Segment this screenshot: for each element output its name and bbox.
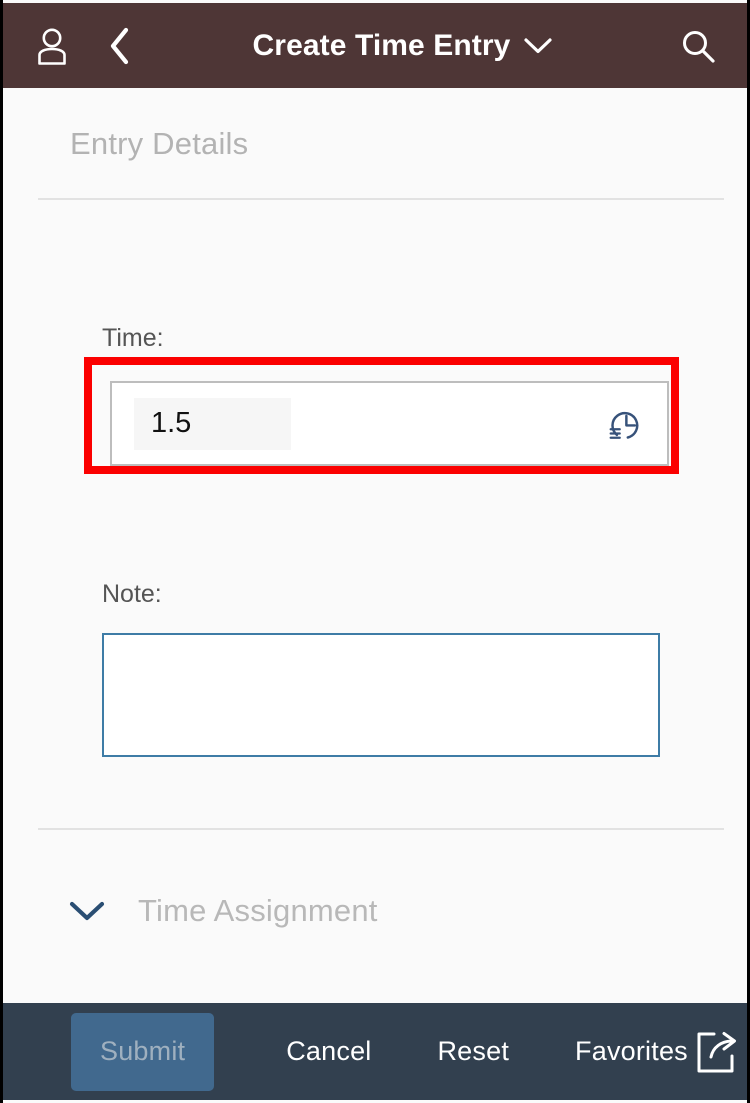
favorites-button[interactable]: Favorites bbox=[575, 1036, 688, 1067]
footer-toolbar: Submit Cancel Reset Favorites bbox=[3, 1003, 747, 1100]
section-divider-bottom bbox=[38, 828, 724, 830]
chevron-down-icon bbox=[68, 900, 106, 922]
time-field-highlight: 1.5 bbox=[84, 357, 679, 474]
share-export-icon[interactable] bbox=[688, 1022, 746, 1082]
section-time-assignment[interactable]: Time Assignment bbox=[68, 893, 378, 929]
note-field-label: Note: bbox=[102, 580, 162, 608]
reset-button[interactable]: Reset bbox=[437, 1036, 509, 1067]
section-title-entry-details: Entry Details bbox=[70, 126, 249, 161]
page-title: Create Time Entry bbox=[252, 28, 511, 62]
form-content: Entry Details Time: 1.5 Note: Time Assig… bbox=[6, 88, 744, 1003]
section-divider-top bbox=[38, 198, 724, 200]
time-assignment-label: Time Assignment bbox=[138, 893, 378, 928]
cancel-button[interactable]: Cancel bbox=[286, 1036, 371, 1067]
time-field-label: Time: bbox=[102, 324, 164, 352]
chevron-down-icon bbox=[523, 37, 553, 55]
time-record-clock-icon[interactable] bbox=[603, 403, 645, 445]
time-input[interactable]: 1.5 bbox=[110, 381, 669, 466]
app-header: Create Time Entry bbox=[3, 3, 747, 88]
submit-button[interactable]: Submit bbox=[71, 1012, 215, 1091]
time-input-value: 1.5 bbox=[134, 397, 291, 450]
user-icon[interactable] bbox=[25, 19, 79, 73]
title-dropdown[interactable]: Create Time Entry bbox=[135, 29, 671, 63]
search-icon[interactable] bbox=[671, 19, 725, 73]
note-input[interactable] bbox=[102, 633, 660, 757]
app-window: Create Time Entry Entry Details Time: 1.… bbox=[0, 0, 750, 1103]
